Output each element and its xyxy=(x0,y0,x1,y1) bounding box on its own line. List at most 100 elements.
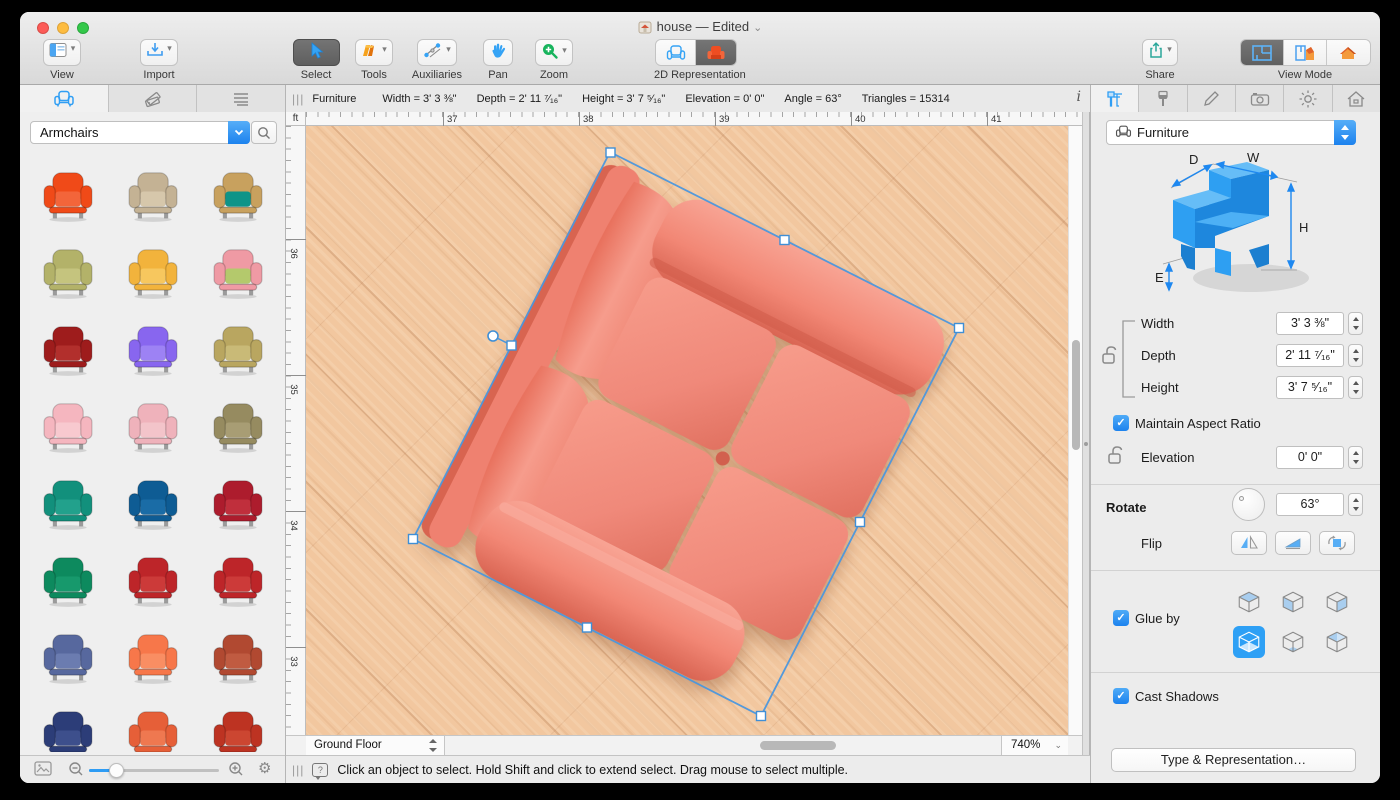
chair-item[interactable] xyxy=(111,233,196,310)
auxiliaries-button[interactable]: ▾ xyxy=(417,39,457,66)
title-chevron-icon[interactable]: ⌄ xyxy=(753,22,762,34)
chair-item[interactable] xyxy=(111,464,196,541)
glue-bottom-button[interactable] xyxy=(1277,626,1309,658)
tab-light[interactable] xyxy=(1284,85,1332,112)
tab-materials[interactable] xyxy=(1139,85,1187,112)
zoom-in-icon[interactable] xyxy=(228,761,244,782)
chair-item[interactable] xyxy=(195,541,280,618)
chair-item[interactable] xyxy=(111,541,196,618)
pan-button[interactable] xyxy=(483,39,513,66)
info-metric: Triangles = 15314 xyxy=(862,93,950,105)
tab-object-properties[interactable] xyxy=(1091,85,1139,112)
view-mode-2d-button[interactable] xyxy=(1241,40,1284,65)
2d-rep-filled-button[interactable] xyxy=(696,40,736,65)
chair-item[interactable] xyxy=(111,387,196,464)
chair-item[interactable] xyxy=(111,695,196,752)
depth-field[interactable]: 2' 11 ⁷⁄₁₆" xyxy=(1276,344,1344,367)
view-button[interactable]: ▾ xyxy=(43,39,82,66)
chair-item[interactable] xyxy=(26,695,111,752)
tab-materials-library[interactable] xyxy=(109,85,198,112)
chair-item[interactable] xyxy=(195,387,280,464)
gear-icon[interactable]: ⚙ xyxy=(258,759,271,777)
rotation-handle[interactable] xyxy=(488,331,498,341)
width-stepper[interactable] xyxy=(1348,312,1363,335)
chair-item[interactable] xyxy=(195,618,280,695)
chevron-down-icon: ▾ xyxy=(446,44,451,55)
help-bubble-icon[interactable]: ? xyxy=(312,763,328,777)
tab-building[interactable] xyxy=(1333,85,1380,112)
chair-item[interactable] xyxy=(195,156,280,233)
select-tool-button[interactable] xyxy=(293,39,340,66)
chair-item[interactable] xyxy=(26,541,111,618)
info-bar-grip[interactable]: ||| xyxy=(292,92,304,106)
tools-button[interactable]: ▾ xyxy=(355,39,393,66)
thumbnail-size-slider[interactable] xyxy=(89,769,219,772)
chair-item[interactable] xyxy=(195,233,280,310)
zoom-out-icon[interactable] xyxy=(68,761,84,782)
glue-right-button[interactable] xyxy=(1321,586,1353,618)
horizontal-scrollbar-thumb[interactable] xyxy=(760,741,836,750)
zoom-level-select[interactable]: 740% ⌄ xyxy=(1001,736,1068,755)
chair-item[interactable] xyxy=(26,464,111,541)
vertical-scrollbar-thumb[interactable] xyxy=(1072,340,1080,450)
info-icon[interactable]: i xyxy=(1077,89,1081,105)
slider-thumb[interactable] xyxy=(109,763,124,778)
tab-project-tree[interactable] xyxy=(197,85,285,112)
elevation-field[interactable]: 0' 0" xyxy=(1276,446,1344,469)
tab-camera[interactable] xyxy=(1236,85,1284,112)
import-button[interactable]: ▾ xyxy=(140,39,178,66)
2d-rep-wireframe-button[interactable] xyxy=(656,40,696,65)
maintain-aspect-ratio-checkbox[interactable]: ✓ xyxy=(1113,415,1129,431)
chair-item[interactable] xyxy=(26,156,111,233)
glue-top-button[interactable] xyxy=(1233,586,1265,618)
chair-item[interactable] xyxy=(26,618,111,695)
elevation-stepper[interactable] xyxy=(1348,446,1363,469)
share-button[interactable]: ▾ xyxy=(1142,39,1178,66)
selected-sofa-object[interactable] xyxy=(413,151,958,716)
panel-divider[interactable] xyxy=(1082,112,1090,783)
width-field[interactable]: 3' 3 ⅜" xyxy=(1276,312,1344,335)
glue-floor-button-selected[interactable] xyxy=(1233,626,1265,658)
chair-item[interactable] xyxy=(195,310,280,387)
tab-furniture-library[interactable] xyxy=(20,85,109,112)
rotate-field[interactable]: 63° xyxy=(1276,493,1344,516)
rotate-stepper[interactable] xyxy=(1348,493,1363,516)
view-mode-3d-button[interactable] xyxy=(1327,40,1370,65)
pan-hand-icon xyxy=(489,42,507,60)
chair-item[interactable] xyxy=(26,387,111,464)
chair-item[interactable] xyxy=(111,156,196,233)
zoom-level-value: 740% xyxy=(1011,739,1040,751)
type-representation-button[interactable]: Type & Representation… xyxy=(1111,748,1356,772)
chair-item[interactable] xyxy=(111,618,196,695)
chair-item[interactable] xyxy=(195,695,280,752)
cast-shadows-checkbox[interactable]: ✓ xyxy=(1113,688,1129,704)
view-mode-split-button[interactable] xyxy=(1284,40,1327,65)
flip-vertical-button[interactable] xyxy=(1275,531,1311,555)
chair-item[interactable] xyxy=(26,233,111,310)
preview-image-icon[interactable] xyxy=(34,761,52,781)
height-field[interactable]: 3' 7 ⁵⁄₁₆" xyxy=(1276,376,1344,399)
inspector-category-select[interactable]: Furniture xyxy=(1106,120,1356,145)
status-bar-grip[interactable]: ||| xyxy=(292,763,304,777)
view-mode-segmented xyxy=(1240,39,1371,66)
inspector-category-value: Furniture xyxy=(1137,125,1189,140)
glue-back-button[interactable] xyxy=(1321,626,1353,658)
vertical-scrollbar[interactable] xyxy=(1068,126,1082,735)
height-stepper[interactable] xyxy=(1348,376,1363,399)
toolbar-group-tools: ▾ Tools xyxy=(349,39,399,81)
search-button[interactable] xyxy=(251,121,277,144)
rotate-object-button[interactable] xyxy=(1319,531,1355,555)
chair-item[interactable] xyxy=(26,310,111,387)
floor-select[interactable]: Ground Floor xyxy=(306,736,445,755)
category-select[interactable]: Armchairs xyxy=(30,121,250,144)
depth-stepper[interactable] xyxy=(1348,344,1363,367)
glue-by-checkbox[interactable]: ✓ xyxy=(1113,610,1129,626)
flip-horizontal-button[interactable] xyxy=(1231,531,1267,555)
floor-plan-view[interactable] xyxy=(306,126,1068,735)
chair-item[interactable] xyxy=(195,464,280,541)
tab-edit[interactable] xyxy=(1188,85,1236,112)
zoom-tool-button[interactable]: ▾ xyxy=(535,39,573,66)
chair-item[interactable] xyxy=(111,310,196,387)
chevron-down-icon: ▾ xyxy=(382,44,387,55)
glue-left-button[interactable] xyxy=(1277,586,1309,618)
